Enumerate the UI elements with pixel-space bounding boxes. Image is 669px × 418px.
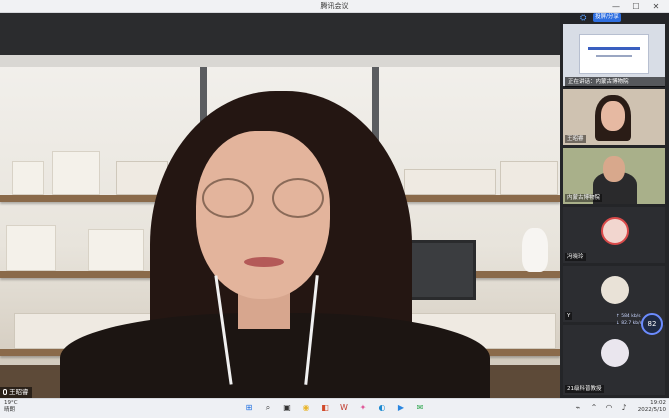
- participant-name: 冯晓玲: [565, 253, 586, 261]
- speaker-lips: [244, 257, 284, 267]
- slide-subtitle-line: [596, 55, 632, 57]
- participant-name: 内蒙古博物院: [565, 194, 603, 202]
- network-quality-badge[interactable]: 82: [641, 313, 663, 335]
- weather-widget[interactable]: 19°C 晴朗: [4, 400, 18, 414]
- start-icon[interactable]: ⊞: [243, 402, 255, 414]
- wifi-icon[interactable]: ◠: [603, 402, 615, 414]
- maximize-button[interactable]: ☐: [626, 0, 646, 13]
- close-button[interactable]: ✕: [646, 0, 666, 13]
- video-ceiling-edge: [0, 55, 560, 67]
- window-titlebar: 腾讯会议 — ☐ ✕: [0, 0, 669, 13]
- glasses-left-lens: [202, 178, 254, 218]
- clock-date: 2022/5/10: [637, 407, 666, 413]
- participant-tile[interactable]: 21级科普教授: [563, 325, 665, 395]
- edge-icon[interactable]: ◐: [376, 402, 388, 414]
- screen-share-title: 正在讲话：内蒙古博物院: [565, 77, 665, 87]
- vase-decor: [522, 228, 548, 272]
- participant-tile[interactable]: 王昭睿: [563, 89, 665, 145]
- weather-temp: 19°C: [4, 400, 18, 406]
- microphone-tray-icon[interactable]: ⌁: [572, 402, 584, 414]
- volume-icon[interactable]: ♪: [618, 402, 630, 414]
- book-stack: [12, 161, 44, 195]
- participant-face: [603, 156, 625, 182]
- clock[interactable]: 19:02 2022/5/10: [636, 400, 666, 414]
- participant-avatar: [601, 276, 629, 304]
- clock-time: 19:02: [650, 400, 666, 406]
- slide-title-line: [588, 47, 640, 50]
- speaker-name: 王昭睿: [9, 388, 29, 396]
- wps-icon[interactable]: W: [338, 402, 350, 414]
- storage-box: [500, 161, 558, 195]
- microphone-icon: [3, 389, 7, 395]
- network-stats: ↑ 584 kb/s ↓ 82.7 kb/s: [616, 313, 642, 327]
- office-icon[interactable]: ◧: [319, 402, 331, 414]
- chevron-up-icon[interactable]: ⌃: [588, 402, 600, 414]
- taskbar: [0, 398, 669, 418]
- search-icon[interactable]: ⌕: [262, 402, 274, 414]
- glasses-right-lens: [272, 178, 324, 218]
- participant-avatar: [601, 339, 629, 367]
- screen-share-icon[interactable]: ⛭: [580, 13, 590, 22]
- book-row: [88, 229, 144, 271]
- speaker-name-tag: 王昭睿: [0, 387, 32, 398]
- share-button[interactable]: 投屏/分享: [593, 13, 621, 22]
- book-row: [6, 225, 56, 271]
- wechat-icon[interactable]: ✉: [414, 402, 426, 414]
- task-view-icon[interactable]: ▣: [281, 402, 293, 414]
- participant-face: [601, 101, 625, 131]
- main-video[interactable]: 王昭睿: [0, 13, 560, 398]
- app-icon[interactable]: ✦: [357, 402, 369, 414]
- storage-box: [404, 169, 496, 195]
- participant-tile[interactable]: 内蒙古博物院: [563, 148, 665, 204]
- participant-tile[interactable]: 冯晓玲: [563, 207, 665, 263]
- participant-name: Y: [565, 312, 573, 320]
- weather-desc: 晴朗: [4, 407, 16, 413]
- upload-rate: ↑ 584 kb/s: [616, 314, 641, 319]
- participant-avatar: [601, 217, 629, 245]
- chrome-icon[interactable]: ◉: [300, 402, 312, 414]
- download-rate: ↓ 82.7 kb/s: [616, 321, 642, 326]
- minimize-button[interactable]: —: [606, 0, 626, 13]
- window-title: 腾讯会议: [320, 2, 349, 10]
- shared-slide: [579, 34, 649, 74]
- participant-name: 21级科普教授: [565, 385, 604, 393]
- tencent-meeting-icon[interactable]: ▶: [395, 402, 407, 414]
- book-row: [52, 151, 100, 195]
- video-ceiling: [0, 13, 560, 55]
- participant-name: 王昭睿: [565, 135, 586, 143]
